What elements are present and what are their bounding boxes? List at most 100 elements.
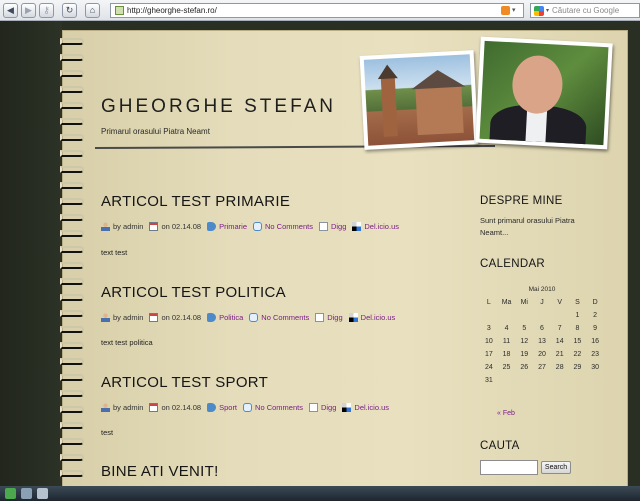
home-button[interactable]: ⌂ <box>85 2 100 18</box>
about-text: Sunt primarul orasului Piatra Neamt... <box>480 216 575 237</box>
digg-link[interactable]: Digg <box>327 313 342 322</box>
calendar-weekday: D <box>592 299 598 306</box>
post-comments-link[interactable]: No Comments <box>255 403 303 412</box>
calendar-day <box>533 312 551 319</box>
spiral-ring <box>60 390 84 397</box>
browser-search-box[interactable]: ▾ Căutare cu Google <box>530 3 640 18</box>
reload-button[interactable]: ↻ <box>62 2 77 18</box>
calendar-day: 22 <box>573 351 582 358</box>
forward-button[interactable]: ▶ <box>21 2 36 18</box>
author-icon <box>101 313 110 322</box>
spiral-ring <box>60 182 84 189</box>
search-button[interactable]: Search <box>541 461 571 474</box>
site-title[interactable]: GHEORGHE STEFAN <box>101 96 336 118</box>
calendar-weekday: Ma <box>501 299 512 306</box>
calendar-prev-link[interactable]: « Feb <box>497 410 515 417</box>
category-icon <box>207 403 217 412</box>
spiral-ring <box>60 150 84 157</box>
calendar-day: 4 <box>504 325 509 332</box>
spiral-ring <box>60 374 84 381</box>
search-placeholder: Căutare cu Google <box>552 6 620 15</box>
calendar-day: 18 <box>502 351 511 358</box>
calendar-day: 1 <box>575 312 580 319</box>
digg-icon <box>318 222 328 231</box>
calendar-day <box>586 377 604 384</box>
spiral-ring <box>60 262 84 269</box>
left-background <box>0 21 62 486</box>
calendar-day <box>498 312 516 319</box>
url-text: http://gheorghe-stefan.ro/ <box>127 6 217 15</box>
post-title[interactable]: ARTICOL TEST SPORT <box>101 374 268 391</box>
key-icon: ⚷ <box>43 4 50 15</box>
spiral-ring <box>60 438 84 445</box>
post-comments-link[interactable]: No Comments <box>261 313 309 322</box>
calendar-day: 30 <box>591 364 600 371</box>
date-prefix: on <box>161 313 170 322</box>
home-icon: ⌂ <box>89 4 96 15</box>
calendar-day: 24 <box>484 364 493 371</box>
post-category-link[interactable]: Sport <box>219 403 237 412</box>
spiral-ring <box>60 406 84 413</box>
start-icon[interactable] <box>5 488 16 499</box>
calendar-day: 23 <box>591 351 600 358</box>
post-meta: by admin on 02.14.08 Politica No Comment… <box>101 313 395 322</box>
calendar-widget-title: CALENDAR <box>480 258 546 270</box>
calendar-day: 25 <box>502 364 511 371</box>
castle-photo <box>359 50 479 150</box>
calendar-day: 13 <box>538 338 546 345</box>
date-prefix: on <box>161 222 170 231</box>
author-icon <box>101 403 110 412</box>
calendar-day: 2 <box>593 312 598 319</box>
calendar-day <box>551 312 569 319</box>
calendar-day: 20 <box>538 351 546 358</box>
post-title[interactable]: ARTICOL TEST PRIMARIE <box>101 193 290 210</box>
back-arrow-icon: ◀ <box>7 4 14 15</box>
calendar-day: 14 <box>555 338 564 345</box>
delicious-link[interactable]: Del.icio.us <box>364 222 399 231</box>
back-button[interactable]: ◀ <box>3 2 18 18</box>
comment-icon <box>243 403 253 412</box>
calendar-weekday: J <box>540 299 544 306</box>
calendar-day: 27 <box>538 364 546 371</box>
rss-icon[interactable] <box>501 6 510 15</box>
spiral-ring <box>60 134 84 141</box>
digg-link[interactable]: Digg <box>331 222 346 231</box>
spiral-ring <box>60 54 84 61</box>
address-bar[interactable]: http://gheorghe-stefan.ro/ ▾ <box>110 3 524 18</box>
author-prefix: by <box>113 222 121 231</box>
post-title[interactable]: ARTICOL TEST POLITICA <box>101 284 286 301</box>
key-button[interactable]: ⚷ <box>39 2 54 18</box>
calendar-day: 10 <box>484 338 493 345</box>
settings-icon[interactable] <box>37 488 48 499</box>
dropdown-arrow-icon[interactable]: ▾ <box>512 6 519 15</box>
reload-icon: ↻ <box>65 4 74 15</box>
post-body: test <box>101 428 114 437</box>
delicious-link[interactable]: Del.icio.us <box>361 313 396 322</box>
search-input[interactable] <box>480 460 538 475</box>
delicious-link[interactable]: Del.icio.us <box>354 403 389 412</box>
digg-link[interactable]: Digg <box>321 403 336 412</box>
spiral-ring <box>60 38 84 45</box>
post-category-link[interactable]: Politica <box>219 313 243 322</box>
portrait-photo <box>475 36 613 150</box>
author-prefix: by <box>113 313 121 322</box>
spiral-ring <box>60 326 84 333</box>
post-category-link[interactable]: Primarie <box>219 222 247 231</box>
calendar-weekday: Mi <box>520 299 528 306</box>
calendar-day: 6 <box>540 325 544 332</box>
calendar-day: 31 <box>484 377 493 384</box>
post-title[interactable]: BINE ATI VENIT! <box>101 463 219 480</box>
date-icon <box>149 403 159 412</box>
post-date: 02.14.08 <box>171 403 202 412</box>
post-comments-link[interactable]: No Comments <box>265 222 313 231</box>
forward-arrow-icon: ▶ <box>25 4 32 15</box>
network-icon[interactable] <box>21 488 32 499</box>
taskbar <box>0 486 640 501</box>
search-engine-dropdown-icon[interactable]: ▾ <box>546 7 549 14</box>
calendar-day <box>498 377 516 384</box>
google-icon[interactable] <box>534 5 544 16</box>
spiral-ring <box>60 230 84 237</box>
browser-toolbar: ◀ ▶ ⚷ ↻ ⌂ http://gheorghe-stefan.ro/ ▾ ▾… <box>0 0 640 21</box>
spiral-ring <box>60 358 84 365</box>
post-meta: by admin on 02.14.08 Primarie No Comment… <box>101 222 399 231</box>
